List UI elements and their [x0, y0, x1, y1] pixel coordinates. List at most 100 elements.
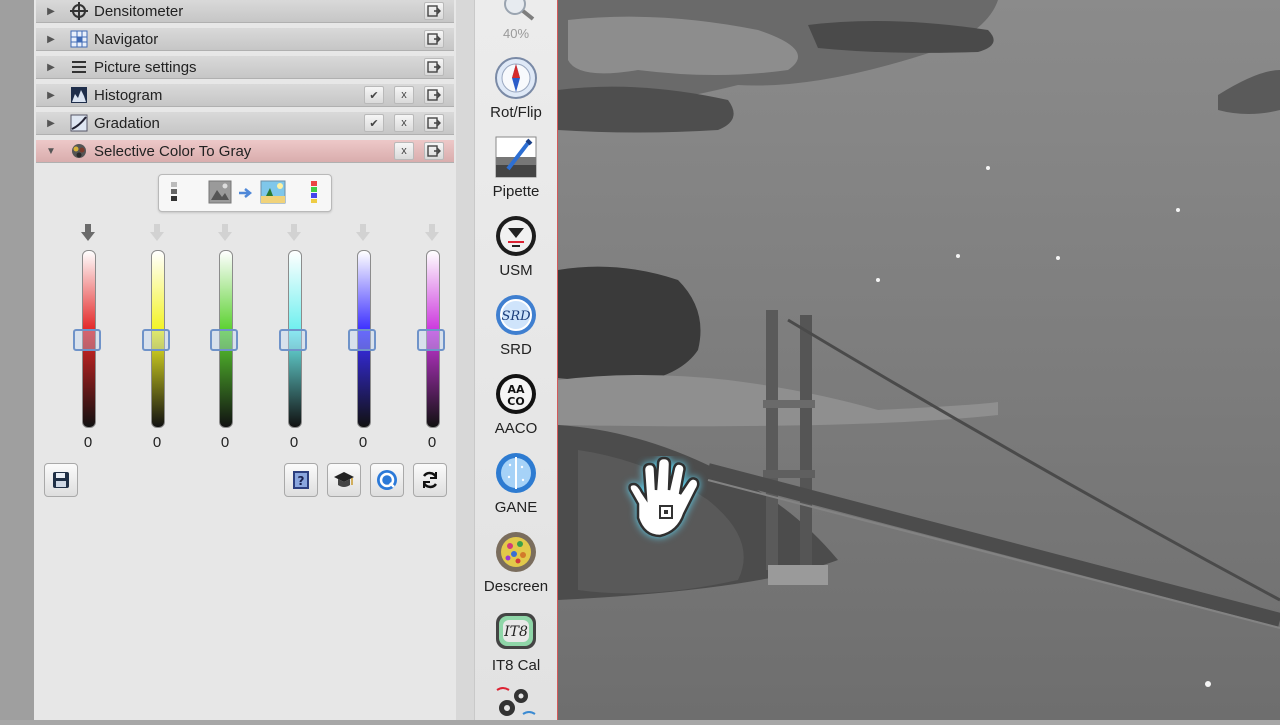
- list-icon: [70, 58, 88, 76]
- channel-arrow-icon[interactable]: [356, 224, 370, 242]
- detach-panel-icon[interactable]: [424, 86, 444, 104]
- panel-row-label: Navigator: [94, 30, 159, 48]
- graduation-cap-icon: [334, 472, 354, 487]
- compass-icon: [494, 56, 538, 100]
- tool-descreen[interactable]: Descreen: [475, 526, 557, 604]
- disclosure-collapsed-icon[interactable]: ▶: [44, 6, 58, 17]
- tools-toolbar: 40% Rot/Flip Pipette USM SRD SRD AA CO AACO GANE…: [474, 0, 559, 720]
- gradation-icon: [70, 114, 88, 132]
- remove-button[interactable]: x: [394, 86, 414, 104]
- tool-label: Descreen: [483, 578, 549, 595]
- enable-checkbox[interactable]: ✔: [364, 86, 384, 104]
- panel-row-histogram[interactable]: ▶ Histogram ✔ x: [36, 84, 454, 107]
- enable-checkbox[interactable]: ✔: [364, 114, 384, 132]
- pipette-icon: [494, 135, 538, 179]
- panel-row-selective-color-to-gray[interactable]: ▼ Selective Color To Gray x: [36, 140, 454, 163]
- disclosure-collapsed-icon[interactable]: ▶: [44, 118, 58, 129]
- crosshair-icon: [70, 2, 88, 20]
- tool-label: Pipette: [492, 183, 540, 200]
- tool-label: IT8 Cal: [491, 657, 541, 674]
- slider-cyan: 0: [279, 224, 309, 456]
- slider-handle[interactable]: [348, 329, 376, 351]
- channel-arrow-icon[interactable]: [287, 224, 301, 242]
- disclosure-collapsed-icon[interactable]: ▶: [44, 34, 58, 45]
- slider-value: 0: [83, 434, 93, 451]
- slider-value: 0: [358, 434, 368, 451]
- tutorial-button[interactable]: [327, 463, 361, 497]
- slider-handle[interactable]: [210, 329, 238, 351]
- svg-text:?: ?: [298, 474, 305, 488]
- remove-button[interactable]: x: [394, 142, 414, 160]
- mode-selector[interactable]: [158, 174, 332, 212]
- navigator-icon: [70, 30, 88, 48]
- svg-text:SRD: SRD: [501, 309, 531, 324]
- color-to-gray-icon: [70, 142, 88, 160]
- detach-panel-icon[interactable]: [424, 2, 444, 20]
- histogram-icon: [70, 86, 88, 104]
- detach-panel-icon[interactable]: [424, 142, 444, 160]
- panel-row-densitometer[interactable]: ▶ Densitometer: [36, 0, 454, 23]
- panel-row-picture-settings[interactable]: ▶ Picture settings: [36, 56, 454, 79]
- help-button[interactable]: ?: [284, 463, 318, 497]
- save-button[interactable]: [44, 463, 78, 497]
- channel-arrow-icon[interactable]: [218, 224, 232, 242]
- slider-handle[interactable]: [73, 329, 101, 351]
- disclosure-expanded-icon[interactable]: ▼: [44, 146, 58, 157]
- gane-icon: [494, 451, 538, 495]
- tool-aaco[interactable]: AA CO AACO: [475, 368, 557, 446]
- slider-handle[interactable]: [142, 329, 170, 351]
- slider-yellow: 0: [142, 224, 172, 456]
- tool-it8-cal[interactable]: IT8 IT8 Cal: [475, 605, 557, 683]
- slider-value: 0: [152, 434, 162, 451]
- panel-row-label: Selective Color To Gray: [94, 142, 252, 160]
- aaco-icon: AA CO: [494, 372, 538, 416]
- detach-panel-icon[interactable]: [424, 30, 444, 48]
- panel-row-label: Densitometer: [94, 2, 184, 20]
- help-book-icon: ?: [293, 471, 309, 489]
- slider-value: 0: [427, 434, 437, 451]
- detach-panel-icon[interactable]: [424, 58, 444, 76]
- slider-magenta: 0: [417, 224, 447, 456]
- tool-label: USM: [499, 262, 533, 279]
- tool-rot-flip[interactable]: Rot/Flip: [475, 52, 557, 130]
- panel-row-gradation[interactable]: ▶ Gradation ✔ x: [36, 112, 454, 135]
- quicktime-button[interactable]: [370, 463, 404, 497]
- preview-image: [558, 0, 1280, 720]
- svg-text:IT8: IT8: [503, 624, 528, 640]
- disclosure-collapsed-icon[interactable]: ▶: [44, 62, 58, 73]
- tool-usm[interactable]: USM: [475, 210, 557, 288]
- hand-cursor-icon: [628, 456, 700, 538]
- slider-value: 0: [220, 434, 230, 451]
- panel-divider[interactable]: [456, 0, 474, 720]
- slider-green: 0: [210, 224, 240, 456]
- tool-label: Rot/Flip: [490, 104, 542, 121]
- panel-row-label: Picture settings: [94, 58, 197, 76]
- reset-button[interactable]: [413, 463, 447, 497]
- tool-gane[interactable]: GANE: [475, 447, 557, 525]
- remove-button[interactable]: x: [394, 114, 414, 132]
- tool-label: SRD: [500, 341, 532, 358]
- slider-handle[interactable]: [279, 329, 307, 351]
- refresh-icon: [422, 471, 438, 489]
- panel-row-label: Gradation: [94, 114, 160, 132]
- panel-row-navigator[interactable]: ▶ Navigator: [36, 28, 454, 51]
- settings-gears-icon[interactable]: [493, 684, 539, 720]
- mode-icons: [171, 180, 317, 204]
- detach-panel-icon[interactable]: [424, 114, 444, 132]
- srd-icon: SRD: [494, 293, 538, 337]
- window-edge: [0, 0, 34, 720]
- image-preview[interactable]: [558, 0, 1280, 720]
- floppy-icon: [53, 472, 69, 488]
- quicktime-icon: [377, 470, 397, 490]
- disclosure-collapsed-icon[interactable]: ▶: [44, 90, 58, 101]
- channel-arrow-icon[interactable]: [150, 224, 164, 242]
- magnifier-icon[interactable]: [499, 0, 539, 22]
- channel-arrow-icon[interactable]: [81, 224, 95, 242]
- channel-arrow-icon[interactable]: [425, 224, 439, 242]
- zoom-level: 40%: [502, 26, 530, 41]
- descreen-icon: [494, 530, 538, 574]
- tool-pipette[interactable]: Pipette: [475, 131, 557, 209]
- slider-handle[interactable]: [417, 329, 445, 351]
- slider-value: 0: [289, 434, 299, 451]
- tool-srd[interactable]: SRD SRD: [475, 289, 557, 367]
